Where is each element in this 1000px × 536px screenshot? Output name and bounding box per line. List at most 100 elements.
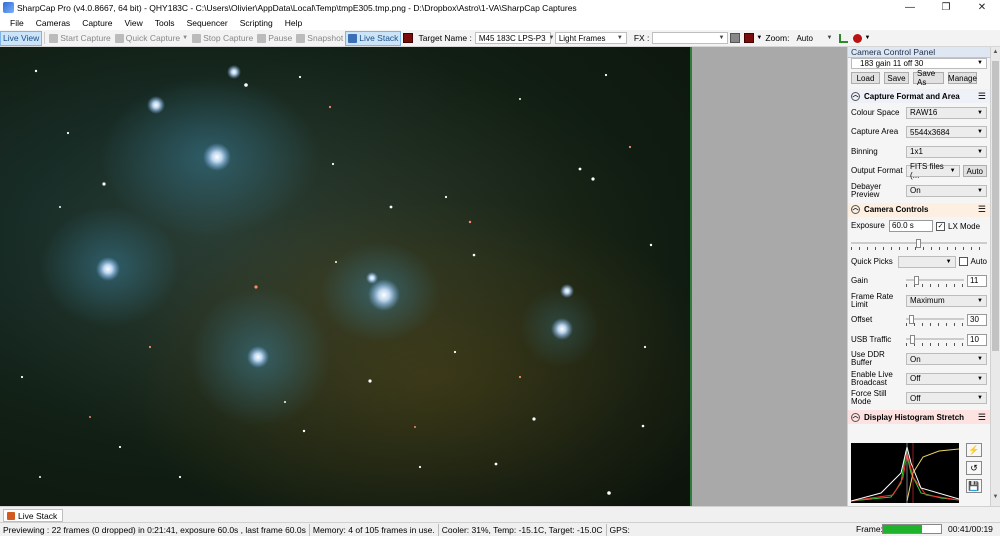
- chevron-down-icon: ▼: [548, 35, 555, 41]
- snapshot-button[interactable]: Snapshot: [294, 31, 345, 46]
- debayer-dropdown[interactable]: On ▼: [906, 184, 987, 197]
- chevron-down-icon[interactable]: ▼: [864, 35, 870, 41]
- collapse-icon[interactable]: ︿: [851, 412, 860, 422]
- profile-buttons: Load Save Save As Manage: [848, 69, 990, 87]
- record-icon: [49, 33, 59, 43]
- live-broadcast-dropdown[interactable]: Off ▼: [906, 372, 987, 385]
- red-square-icon[interactable]: [744, 33, 755, 43]
- zoom-magnifier-icon[interactable]: [853, 33, 863, 43]
- gain-slider-knob[interactable]: [914, 276, 920, 286]
- quick-picks-auto-checkbox[interactable]: [958, 257, 968, 267]
- menu-icon[interactable]: ☰: [978, 91, 986, 102]
- stop-capture-button[interactable]: Stop Capture: [190, 31, 255, 46]
- quick-picks-dropdown[interactable]: ▼: [898, 255, 956, 268]
- histogram-icon[interactable]: [839, 33, 849, 43]
- close-button[interactable]: ✕: [964, 0, 1000, 15]
- frame-type-combo[interactable]: Light Frames ▼: [554, 32, 627, 44]
- exposure-slider[interactable]: [851, 238, 987, 250]
- usb-traffic-input[interactable]: 10: [967, 333, 987, 346]
- histogram-plot: [851, 443, 959, 503]
- frame-rate-dropdown[interactable]: Maximum ▼: [906, 294, 987, 307]
- usb-traffic-label: USB Traffic: [851, 334, 892, 344]
- status-memory: Memory: 4 of 105 frames in use.: [310, 523, 439, 536]
- menu-sequencer[interactable]: Sequencer: [181, 18, 234, 28]
- offset-slider-knob[interactable]: [908, 315, 914, 325]
- offset-input[interactable]: 30: [967, 314, 987, 327]
- exposure-input[interactable]: 60.0 s: [889, 220, 933, 233]
- menu-cameras[interactable]: Cameras: [30, 18, 76, 28]
- menu-capture[interactable]: Capture: [76, 18, 118, 28]
- camera-controls-header[interactable]: ︿ Camera Controls ☰: [848, 202, 990, 217]
- save-icon[interactable]: 💾: [966, 479, 982, 493]
- collapse-icon[interactable]: ︿: [851, 205, 860, 214]
- force-still-label: Force Still Mode: [851, 389, 887, 407]
- chevron-down-icon: ▼: [977, 395, 983, 402]
- binning-label: Binning: [851, 146, 878, 156]
- reset-icon[interactable]: ↺: [966, 461, 982, 475]
- collapse-icon[interactable]: ︿: [851, 91, 860, 101]
- fx-combo[interactable]: ▼: [652, 32, 729, 44]
- histogram-title: Display Histogram Stretch: [864, 412, 965, 422]
- lx-mode-checkbox[interactable]: ✓: [936, 221, 945, 231]
- menu-icon[interactable]: ☰: [978, 204, 986, 215]
- live-stack-button[interactable]: Live Stack: [345, 30, 402, 46]
- start-capture-label: Start Capture: [60, 33, 111, 43]
- binning-dropdown[interactable]: 1x1 ▼: [906, 145, 987, 158]
- minimize-button[interactable]: —: [892, 0, 928, 15]
- debayer-row: Debayer Preview On ▼: [848, 181, 990, 201]
- gain-input[interactable]: 11: [967, 275, 987, 288]
- exposure-slider-row: [848, 236, 990, 252]
- tab-live-stack-label: Live Stack: [18, 510, 58, 521]
- menu-view[interactable]: View: [118, 18, 148, 28]
- manage-button[interactable]: Manage: [948, 72, 977, 84]
- scroll-up-icon[interactable]: ▲: [991, 49, 1000, 59]
- output-format-dropdown[interactable]: FITS files (... ▼: [906, 162, 960, 180]
- auto-stretch-lightning-icon[interactable]: ⚡: [966, 443, 982, 457]
- start-capture-button[interactable]: Start Capture: [47, 31, 113, 46]
- usb-traffic-slider-knob[interactable]: [909, 334, 915, 344]
- gray-square-icon[interactable]: [730, 33, 741, 43]
- menu-scripting[interactable]: Scripting: [234, 18, 279, 28]
- fx-label: FX :: [633, 33, 650, 43]
- save-as-button[interactable]: Save As: [913, 69, 944, 87]
- target-name-combo[interactable]: M45 183C LPS-P3 ▼: [474, 32, 554, 44]
- histogram-graph[interactable]: [851, 443, 959, 503]
- colour-space-dropdown[interactable]: RAW16 ▼: [906, 106, 987, 119]
- exposure-slider-knob[interactable]: [916, 239, 922, 248]
- title-bar: SharpCap Pro (v4.0.8667, 64 bit) - QHY18…: [0, 0, 1000, 15]
- chevron-down-icon: ▼: [977, 148, 983, 155]
- scrollbar-thumb[interactable]: [992, 61, 999, 351]
- menu-help[interactable]: Help: [279, 18, 308, 28]
- maximize-button[interactable]: ❐: [928, 0, 964, 15]
- capture-format-header[interactable]: ︿ Capture Format and Area ☰: [848, 89, 990, 103]
- panel-title: Camera Control Panel: [848, 47, 990, 58]
- colour-space-label: Colour Space: [851, 107, 900, 117]
- live-view-label: Live View: [3, 33, 40, 43]
- gain-slider[interactable]: [906, 275, 964, 288]
- pause-button[interactable]: Pause: [255, 31, 294, 46]
- ddr-buffer-dropdown[interactable]: On ▼: [906, 353, 987, 366]
- output-auto-button[interactable]: Auto: [962, 165, 987, 178]
- capture-area-dropdown[interactable]: 5544x3684 ▼: [906, 126, 987, 139]
- image-viewport[interactable]: [0, 47, 690, 506]
- menu-icon[interactable]: ☰: [978, 412, 986, 423]
- debayer-label: Debayer Preview: [851, 181, 882, 199]
- save-button[interactable]: Save: [884, 72, 909, 84]
- panel-scrollbar[interactable]: ▲ ▼: [990, 47, 1000, 506]
- live-view-button[interactable]: Live View: [0, 30, 43, 46]
- profile-combo[interactable]: 183 gain 11 off 30 ▼: [851, 58, 987, 69]
- chevron-down-icon: ▼: [945, 258, 952, 265]
- zoom-combo[interactable]: Auto ▼: [792, 32, 836, 44]
- usb-traffic-slider[interactable]: [906, 334, 964, 346]
- capture-area-row: Capture Area 5544x3684 ▼: [848, 123, 990, 143]
- histogram-header[interactable]: ︿ Display Histogram Stretch ☰: [848, 410, 990, 424]
- menu-file[interactable]: File: [4, 18, 30, 28]
- offset-slider[interactable]: [906, 314, 964, 327]
- force-still-dropdown[interactable]: Off ▼: [906, 392, 987, 405]
- scroll-down-icon[interactable]: ▼: [991, 494, 1000, 504]
- tab-live-stack[interactable]: Live Stack: [3, 509, 64, 522]
- menu-tools[interactable]: Tools: [149, 18, 181, 28]
- offset-label: Offset: [851, 315, 873, 325]
- load-button[interactable]: Load: [851, 72, 880, 84]
- quick-capture-button[interactable]: Quick Capture ▼: [113, 31, 190, 46]
